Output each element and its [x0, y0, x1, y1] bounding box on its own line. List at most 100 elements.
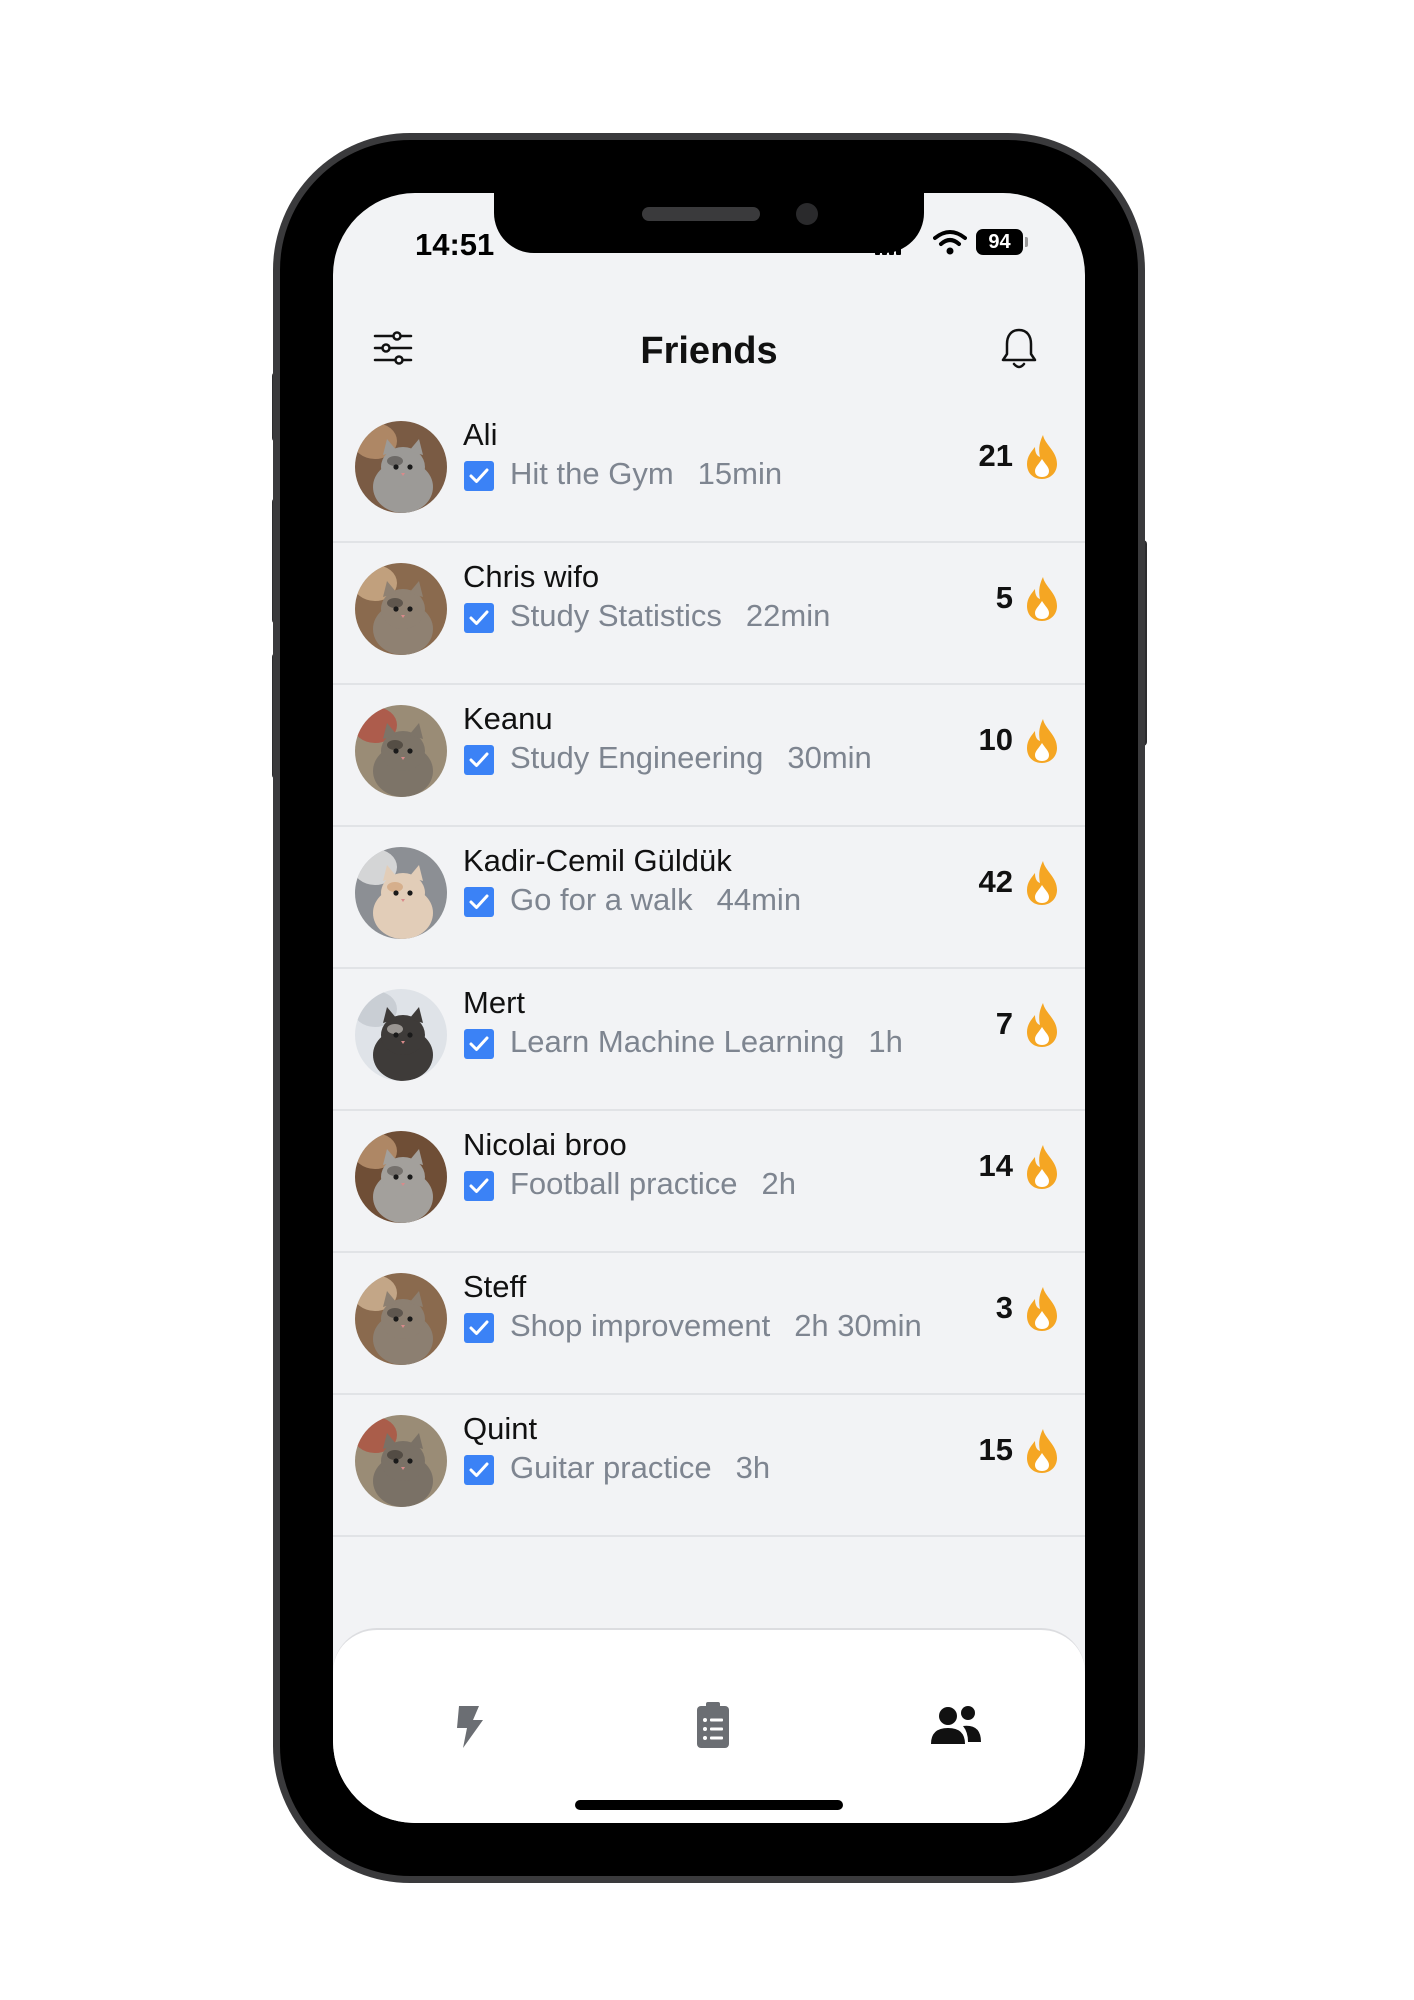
- friend-name: Quint: [463, 1411, 538, 1446]
- checkbox-checked-icon: [464, 461, 494, 491]
- task-line: Shop improvement 2h 30min: [510, 1308, 922, 1344]
- battery-tip: [1025, 237, 1028, 247]
- streak-count: 14: [978, 1148, 1013, 1183]
- header: Friends: [333, 308, 1085, 388]
- avatar[interactable]: [355, 421, 447, 513]
- task-line: Go for a walk 44min: [510, 882, 801, 918]
- avatar[interactable]: [355, 1415, 447, 1507]
- avatar[interactable]: [355, 847, 447, 939]
- streak-count: 10: [978, 722, 1013, 757]
- friend-row[interactable]: Ali Hit the Gym 15min 21: [333, 401, 1085, 543]
- checkbox-checked-icon: [464, 603, 494, 633]
- task-duration: 2h 30min: [794, 1308, 922, 1343]
- streak-count: 21: [978, 438, 1013, 473]
- streak-count: 5: [995, 580, 1013, 615]
- phone-frame: 14:51 94 Friends Ali Hit the Gym 15min 2…: [280, 140, 1138, 1876]
- wifi-icon: [933, 230, 967, 255]
- streak-count: 15: [978, 1432, 1013, 1467]
- friend-name: Chris wifo: [463, 559, 600, 594]
- friend-name: Keanu: [463, 701, 553, 736]
- avatar-photo: [355, 1415, 447, 1507]
- avatar[interactable]: [355, 705, 447, 797]
- avatar[interactable]: [355, 1273, 447, 1365]
- avatar-photo: [355, 705, 447, 797]
- task-duration: 44min: [716, 882, 802, 917]
- task-name: Guitar practice: [510, 1450, 712, 1485]
- tab-tasks[interactable]: [678, 1690, 748, 1760]
- clipboard-list-icon: [697, 1702, 729, 1748]
- notch: [494, 193, 924, 253]
- checkbox-checked-icon: [464, 887, 494, 917]
- friend-row[interactable]: Mert Learn Machine Learning 1h 7: [333, 969, 1085, 1111]
- task-line: Hit the Gym 15min: [510, 456, 782, 492]
- friend-row[interactable]: Quint Guitar practice 3h 15: [333, 1395, 1085, 1537]
- avatar[interactable]: [355, 989, 447, 1081]
- task-name: Go for a walk: [510, 882, 693, 917]
- tab-bar: [333, 1628, 1085, 1823]
- friend-row[interactable]: Nicolai broo Football practice 2h 14: [333, 1111, 1085, 1253]
- task-duration: 22min: [745, 598, 831, 633]
- app-screen: 14:51 94 Friends Ali Hit the Gym 15min 2…: [333, 193, 1085, 1823]
- tab-friends[interactable]: [921, 1690, 991, 1760]
- friend-row[interactable]: Keanu Study Engineering 30min 10: [333, 685, 1085, 827]
- flame-icon: [1027, 861, 1057, 905]
- task-name: Shop improvement: [510, 1308, 771, 1343]
- friend-name: Steff: [463, 1269, 527, 1304]
- page-title: Friends: [640, 330, 778, 372]
- flame-icon: [1027, 1003, 1057, 1047]
- friend-name: Ali: [463, 417, 498, 452]
- front-camera: [796, 203, 818, 225]
- avatar[interactable]: [355, 563, 447, 655]
- friend-name: Mert: [463, 985, 525, 1020]
- flame-icon: [1027, 1429, 1057, 1473]
- bell-icon[interactable]: [999, 326, 1039, 370]
- task-duration: 3h: [735, 1450, 771, 1485]
- flame-icon: [1027, 1145, 1057, 1189]
- task-name: Football practice: [510, 1166, 738, 1201]
- flame-icon: [1027, 1287, 1057, 1331]
- task-line: Study Engineering 30min: [510, 740, 872, 776]
- task-line: Guitar practice 3h: [510, 1450, 770, 1486]
- streak-count: 7: [995, 1006, 1013, 1041]
- friend-row[interactable]: Chris wifo Study Statistics 22min 5: [333, 543, 1085, 685]
- tab-quick[interactable]: [433, 1690, 503, 1760]
- checkbox-checked-icon: [464, 1029, 494, 1059]
- checkbox-checked-icon: [464, 1313, 494, 1343]
- task-line: Football practice 2h: [510, 1166, 796, 1202]
- home-indicator: [575, 1800, 843, 1810]
- flame-icon: [1027, 577, 1057, 621]
- avatar[interactable]: [355, 1131, 447, 1223]
- avatar-photo: [355, 989, 447, 1081]
- cellular-signal-icon: [875, 235, 901, 255]
- lightning-icon: [457, 1706, 483, 1748]
- streak-count: 3: [995, 1290, 1013, 1325]
- avatar-photo: [355, 1273, 447, 1365]
- task-duration: 2h: [761, 1166, 796, 1201]
- earpiece-speaker: [642, 207, 760, 221]
- task-duration: 30min: [787, 740, 872, 775]
- users-icon: [931, 1706, 981, 1744]
- avatar-photo: [355, 421, 447, 513]
- streak-count: 42: [978, 864, 1013, 899]
- status-time: 14:51: [415, 227, 495, 262]
- task-duration: 1h: [868, 1024, 903, 1059]
- task-line: Study Statistics 22min: [510, 598, 830, 634]
- checkbox-checked-icon: [464, 1171, 494, 1201]
- friend-name: Kadir-Cemil Güldük: [463, 843, 732, 878]
- task-line: Learn Machine Learning 1h: [510, 1024, 903, 1060]
- friends-list: Ali Hit the Gym 15min 21 Chris wifo Study Sta…: [333, 401, 1085, 1537]
- avatar-photo: [355, 563, 447, 655]
- task-name: Learn Machine Learning: [510, 1024, 845, 1059]
- flame-icon: [1027, 719, 1057, 763]
- friend-row[interactable]: Kadir-Cemil Güldük Go for a walk 44min 42: [333, 827, 1085, 969]
- checkbox-checked-icon: [464, 745, 494, 775]
- task-name: Study Engineering: [510, 740, 764, 775]
- battery-level: 94: [976, 229, 1023, 255]
- friend-name: Nicolai broo: [463, 1127, 627, 1162]
- avatar-photo: [355, 1131, 447, 1223]
- task-name: Hit the Gym: [510, 456, 674, 491]
- checkbox-checked-icon: [464, 1455, 494, 1485]
- friend-row[interactable]: Steff Shop improvement 2h 30min 3: [333, 1253, 1085, 1395]
- task-duration: 15min: [697, 456, 783, 491]
- task-name: Study Statistics: [510, 598, 722, 633]
